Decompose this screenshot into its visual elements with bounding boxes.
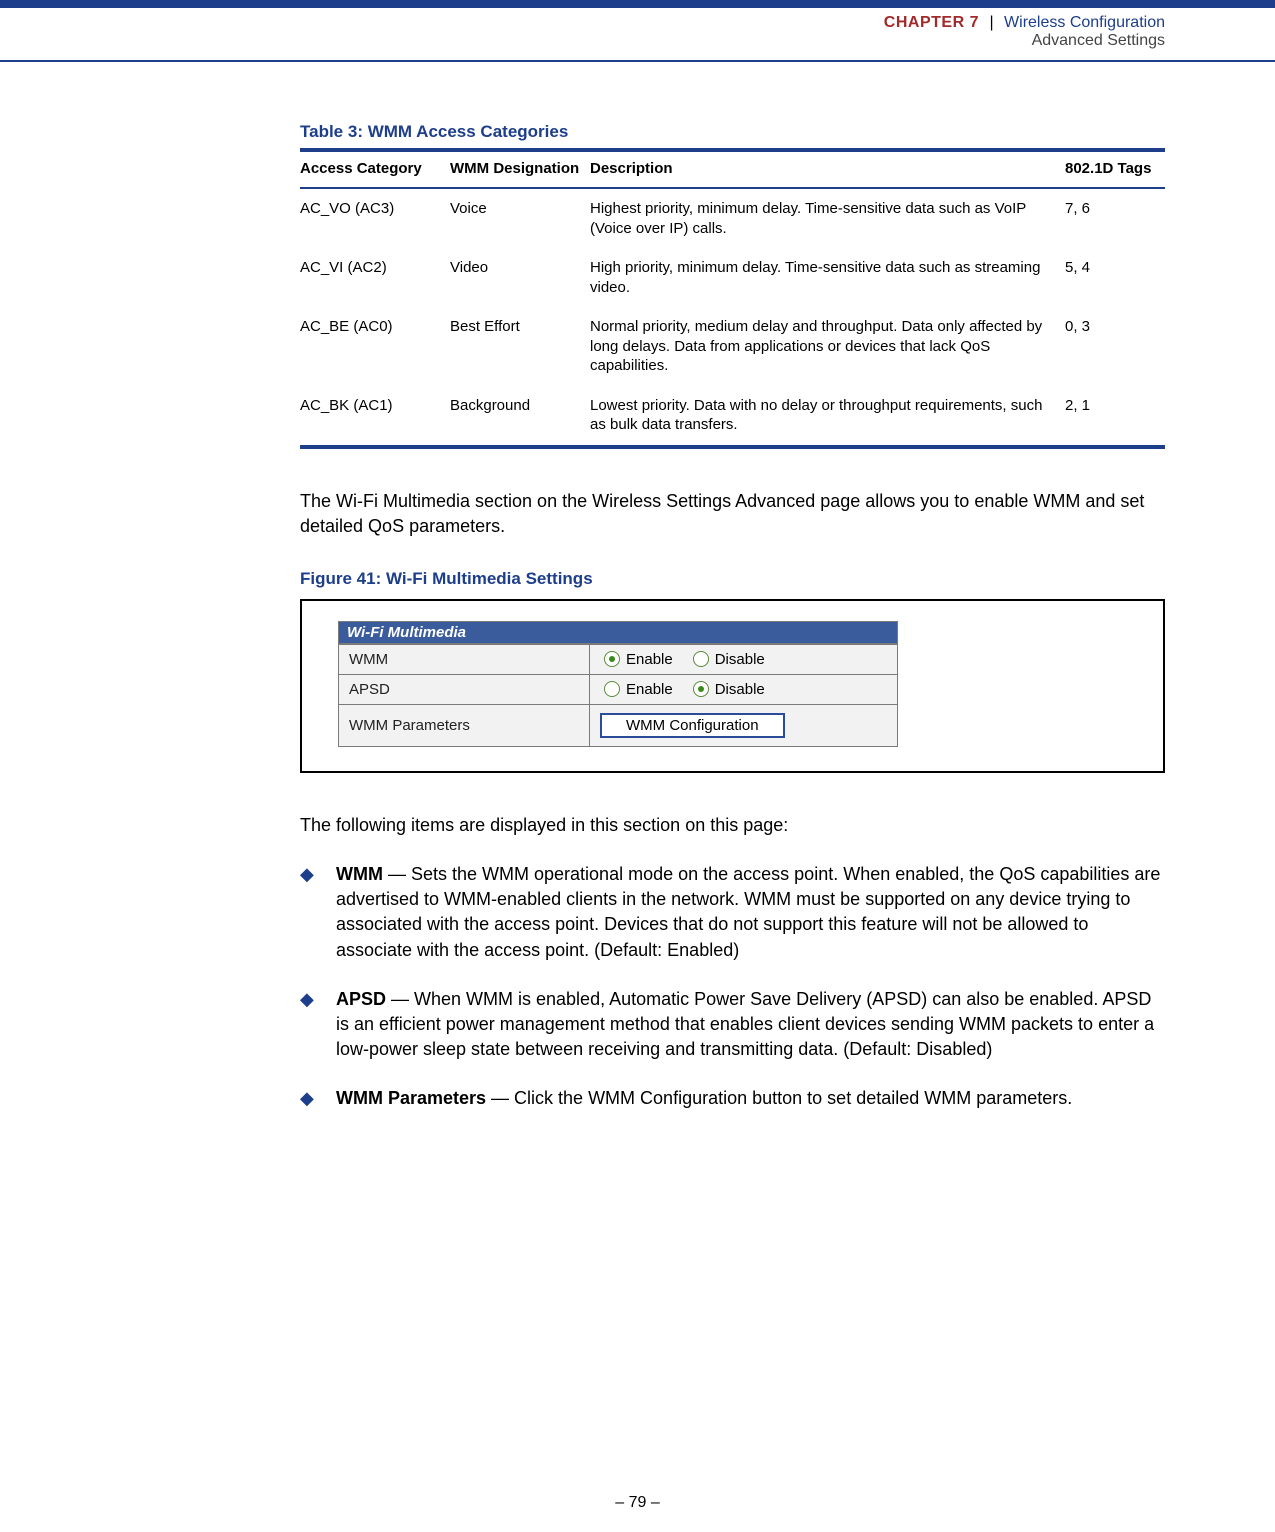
th-description: Description xyxy=(590,150,1065,188)
radio-icon xyxy=(693,651,709,667)
cell-access: AC_VO (AC3) xyxy=(300,188,450,248)
header-band xyxy=(0,0,1275,8)
apsd-enable-radio[interactable]: Enable xyxy=(600,681,673,698)
table-row: AC_BE (AC0) Best Effort Normal priority,… xyxy=(300,307,1165,386)
apsd-disable-radio[interactable]: Disable xyxy=(689,681,765,698)
pipe-separator: | xyxy=(989,14,993,31)
wmm-disable-radio[interactable]: Disable xyxy=(689,651,765,668)
row-label-wmm-params: WMM Parameters xyxy=(339,704,590,746)
radio-label: Enable xyxy=(626,681,673,698)
cell-desig: Video xyxy=(450,248,590,307)
list-item: APSD — When WMM is enabled, Automatic Po… xyxy=(300,987,1165,1063)
cell-tags: 2, 1 xyxy=(1065,386,1165,447)
cell-access: AC_BE (AC0) xyxy=(300,307,450,386)
list-item: WMM Parameters — Click the WMM Configura… xyxy=(300,1086,1165,1111)
wifi-multimedia-panel: Wi-Fi Multimedia WMM Enable xyxy=(338,621,898,747)
chapter-label: CHAPTER 7 xyxy=(884,14,979,31)
item-label: WMM Parameters xyxy=(336,1088,486,1108)
cell-tags: 5, 4 xyxy=(1065,248,1165,307)
header-subtitle: Advanced Settings xyxy=(0,32,1275,50)
table-row: AC_BK (AC1) Background Lowest priority. … xyxy=(300,386,1165,447)
cell-tags: 0, 3 xyxy=(1065,307,1165,386)
cell-desig: Best Effort xyxy=(450,307,590,386)
item-label: APSD xyxy=(336,989,386,1009)
radio-label: Disable xyxy=(715,651,765,668)
figure-box: Wi-Fi Multimedia WMM Enable xyxy=(300,599,1165,773)
items-intro: The following items are displayed in thi… xyxy=(300,813,1165,838)
table-row: AC_VI (AC2) Video High priority, minimum… xyxy=(300,248,1165,307)
wmm-configuration-button[interactable]: WMM Configuration xyxy=(600,713,785,738)
cell-desc: Normal priority, medium delay and throug… xyxy=(590,307,1065,386)
wmm-enable-radio[interactable]: Enable xyxy=(600,651,673,668)
header-line: CHAPTER 7 | Wireless Configuration xyxy=(0,14,1275,32)
th-designation: WMM Designation xyxy=(450,150,590,188)
radio-icon xyxy=(604,651,620,667)
table-caption: Table 3: WMM Access Categories xyxy=(300,122,1165,142)
radio-label: Disable xyxy=(715,681,765,698)
radio-icon xyxy=(693,681,709,697)
cell-desc: High priority, minimum delay. Time-sensi… xyxy=(590,248,1065,307)
row-label-apsd: APSD xyxy=(339,674,590,704)
intro-paragraph: The Wi-Fi Multimedia section on the Wire… xyxy=(300,489,1165,539)
cell-desc: Lowest priority. Data with no delay or t… xyxy=(590,386,1065,447)
item-list: WMM — Sets the WMM operational mode on t… xyxy=(300,862,1165,1112)
row-label-wmm: WMM xyxy=(339,644,590,674)
cell-desig: Background xyxy=(450,386,590,447)
figure-caption: Figure 41: Wi-Fi Multimedia Settings xyxy=(300,569,1165,589)
cell-tags: 7, 6 xyxy=(1065,188,1165,248)
cell-desc: Highest priority, minimum delay. Time-se… xyxy=(590,188,1065,248)
panel-title: Wi-Fi Multimedia xyxy=(338,621,898,644)
chapter-title: Wireless Configuration xyxy=(1004,14,1165,31)
cell-access: AC_VI (AC2) xyxy=(300,248,450,307)
wmm-categories-table: Access Category WMM Designation Descript… xyxy=(300,148,1165,449)
list-item: WMM — Sets the WMM operational mode on t… xyxy=(300,862,1165,963)
radio-icon xyxy=(604,681,620,697)
item-text: — When WMM is enabled, Automatic Power S… xyxy=(336,989,1154,1059)
th-access: Access Category xyxy=(300,150,450,188)
th-tags: 802.1D Tags xyxy=(1065,150,1165,188)
cell-access: AC_BK (AC1) xyxy=(300,386,450,447)
table-row: AC_VO (AC3) Voice Highest priority, mini… xyxy=(300,188,1165,248)
page-number: – 79 – xyxy=(0,1494,1275,1512)
item-label: WMM xyxy=(336,864,383,884)
cell-desig: Voice xyxy=(450,188,590,248)
item-text: — Click the WMM Configuration button to … xyxy=(486,1088,1072,1108)
radio-label: Enable xyxy=(626,651,673,668)
item-text: — Sets the WMM operational mode on the a… xyxy=(336,864,1160,960)
